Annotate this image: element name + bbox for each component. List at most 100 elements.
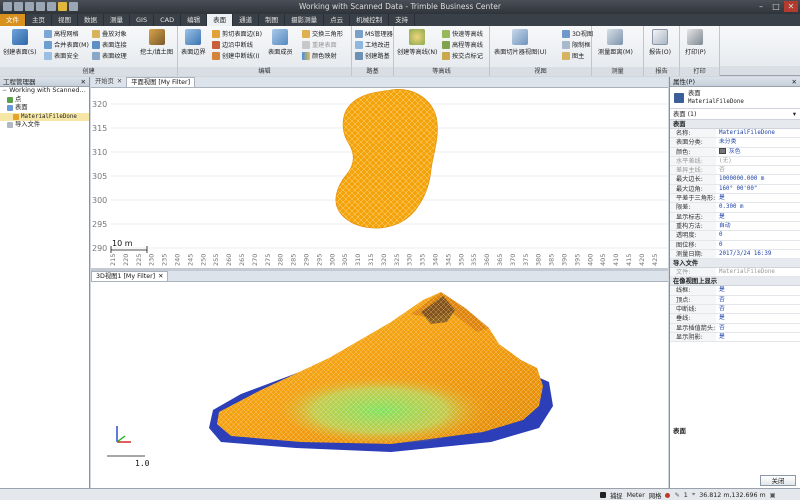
property-row[interactable]: 水平差线: (无) [670,156,800,167]
property-row[interactable]: 显示标志: 是 [670,212,800,222]
create-contour-button[interactable]: 创建等高线(N) [397,29,437,56]
tab-file[interactable]: 文件 [0,14,26,26]
print-button[interactable]: 打印(P) [685,29,706,56]
create-subgrade-button[interactable]: 创建路基 [355,51,390,60]
property-value[interactable]: 灰色 [716,148,800,156]
property-row[interactable]: 图位移: 0 [670,240,800,250]
merge-surface-button[interactable]: 合并表面(M) [44,40,89,49]
close-properties-button[interactable]: 关闭 [760,475,796,486]
property-row[interactable]: 名称: MaterialFileDone [670,129,800,139]
3d-view[interactable]: 1.0 [91,282,668,488]
tree-item-surfaces[interactable]: 表面 [0,104,89,113]
maximize-button[interactable]: □ [769,1,783,12]
elev-contour-button[interactable]: 高程等高线 [442,40,483,49]
tab-cad[interactable]: CAD [154,14,182,26]
property-value[interactable]: 否 [716,166,800,174]
tab-3d-view[interactable]: 3D视图1 [My Filter] ✕ [91,271,169,281]
property-value[interactable]: 是 [716,194,800,202]
property-value[interactable]: 否 [716,305,800,313]
tab-gis[interactable]: GIS [130,14,155,26]
intersect-mark-button[interactable]: 按交点标记 [442,51,483,60]
property-value[interactable]: (无) [716,157,800,165]
property-row[interactable]: 顶点: 否 [670,295,800,306]
tab-home[interactable]: 主页 [26,14,52,26]
tree-item-project[interactable]: − Working with Scanned… [0,87,89,96]
section-import[interactable]: 导入文件 [670,259,800,269]
tab-survey[interactable]: 测量 [104,14,130,26]
property-row[interactable]: 表面分类: 未分类 [670,138,800,148]
view3d-button[interactable]: 3D视图 [562,29,593,38]
property-row[interactable]: 透明度: 0 [670,231,800,241]
report-button[interactable]: 报告(O) [649,29,671,56]
property-value[interactable]: 未分类 [716,138,800,146]
legend-button[interactable]: 图主 [562,51,584,60]
object-selector[interactable]: 表面 (1) ▾ [670,109,800,120]
cut-fill-button[interactable]: 挖土/填土图 [140,29,173,56]
grid-label[interactable]: 网格 [649,491,662,500]
property-value[interactable]: 是 [716,333,800,341]
property-value[interactable]: 是 [716,213,800,221]
property-row[interactable]: 最大边长: 1000000.000 m [670,175,800,185]
surface-slicer-button[interactable]: 表面切片器视图(U) [494,29,547,56]
color-map-button[interactable]: 颜色映射 [302,51,337,60]
property-value[interactable]: MaterialFileDone [716,129,800,137]
work-tunnel-button[interactable]: 工地改进 [355,40,390,49]
tab-corridor[interactable]: 通道 [233,14,260,26]
3d-view-canvas[interactable]: 1.0 [91,282,668,488]
property-value[interactable]: 否 [716,296,800,304]
plan-view[interactable]: 320 315 310 305 300 295 290 215 220 225 230 235 240… [91,88,668,268]
tree-item-points[interactable]: 点 [0,96,89,105]
property-row[interactable]: 文件: MaterialFileDone [670,268,800,278]
tab-edit[interactable]: 编辑 [181,14,208,26]
section-surface[interactable]: 表面 [670,120,800,129]
property-value[interactable]: 是 [716,314,800,322]
tab-close-icon[interactable]: ✕ [117,77,122,87]
tab-drafting[interactable]: 制图 [259,14,286,26]
property-value[interactable]: 160° 00'00" [716,185,800,193]
pencil-icon[interactable]: ✎ [674,492,679,499]
property-value[interactable]: 是 [716,286,800,294]
property-row[interactable]: 显示阴影: 是 [670,332,800,343]
create-surface-button[interactable]: 创建表面(S) [3,29,37,56]
tab-data[interactable]: 数据 [78,14,104,26]
limit-box-button[interactable]: 限制框 [562,40,591,49]
tab-plan-view[interactable]: 平面视图 [My Filter] [126,77,196,87]
pane-close-icon[interactable]: ✕ [81,77,86,86]
pane-close-icon[interactable]: ✕ [792,77,797,86]
property-value[interactable]: 0 [716,231,800,239]
property-value[interactable]: 0.300 m [716,203,800,211]
property-row[interactable]: 最大边角: 160° 00'00" [670,184,800,195]
surface-member-button[interactable]: 表面成员 [268,29,293,56]
property-row[interactable]: 平差于三角形: 是 [670,194,800,204]
property-value[interactable]: 自动 [716,222,800,230]
property-value[interactable]: MaterialFileDone [716,268,800,276]
collapse-icon[interactable]: − [2,87,7,96]
tab-photogrammetry[interactable]: 摄影测量 [285,14,325,26]
section-3d-display[interactable]: 在像视图上显示 [670,277,800,287]
tab-point-cloud[interactable]: 点云 [324,14,351,26]
tab-start-page[interactable]: 开始页 ✕ [91,77,126,87]
property-value[interactable]: 2017/3/24 16:39 [716,250,800,258]
surface-texture-button[interactable]: 表面纹理 [92,51,127,60]
close-button[interactable]: ✕ [784,1,798,12]
minimize-button[interactable]: – [754,1,768,12]
fast-contour-button[interactable]: 快速等高线 [442,29,483,38]
property-value[interactable]: 否 [716,324,800,332]
property-row[interactable]: 重构方法: 自动 [670,221,800,232]
elev-grid-button[interactable]: 高程网格 [44,29,79,38]
surface-safety-button[interactable]: 表面安全 [44,51,79,60]
clip-boundary-button[interactable]: 剪切表面边(B) [212,29,262,38]
property-row[interactable]: 差异主线: 否 [670,166,800,176]
ms-manager-button[interactable]: MS管理器 [355,29,393,38]
property-row[interactable]: 显示插值箭头: 否 [670,323,800,333]
tab-machine-control[interactable]: 机械控制 [350,14,390,26]
tab-view[interactable]: 视图 [52,14,78,26]
snap-label[interactable]: 捕捉 [610,491,623,500]
tab-surface[interactable]: 表面 [207,14,234,26]
measure-distance-button[interactable]: 测量距离(M) [598,29,633,56]
swap-triangle-button[interactable]: 交换三角形 [302,29,343,38]
edge-breakline-button[interactable]: 边沿中断线 [212,40,253,49]
snap-value[interactable]: Meter [627,492,645,499]
surface-boundary-button[interactable]: 表面边界 [181,29,206,56]
tree-item-materialfiledone[interactable]: MaterialFileDone [0,112,89,121]
